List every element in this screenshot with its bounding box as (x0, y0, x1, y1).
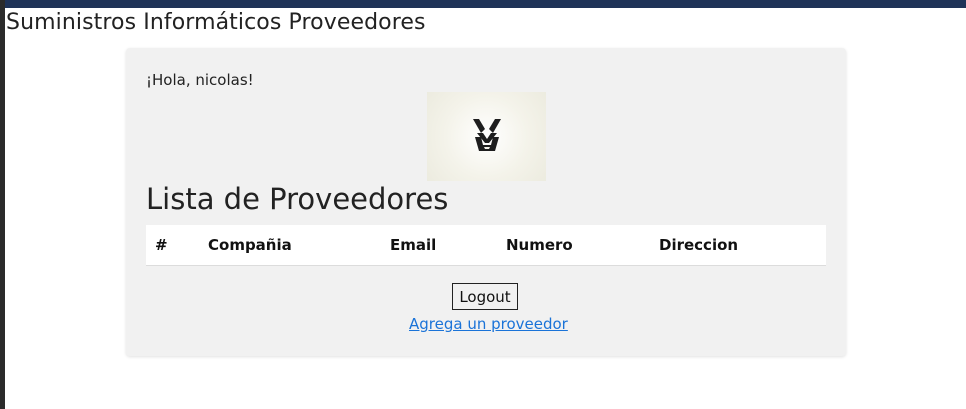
column-header-phone: Numero (506, 236, 573, 254)
site-title: Suministros Informáticos Proveedores (6, 10, 426, 35)
column-header-address: Direccion (659, 236, 739, 254)
column-header-number: # (155, 236, 168, 254)
column-header-email: Email (390, 236, 437, 254)
main-panel: ¡Hola, nicolas! Lista de Proveedores # C… (126, 48, 846, 356)
greeting-text: ¡Hola, nicolas! (146, 71, 254, 89)
logo-icon (473, 119, 501, 151)
list-title: Lista de Proveedores (146, 182, 449, 216)
column-header-company: Compañia (208, 236, 292, 254)
logout-button[interactable]: Logout (452, 283, 518, 310)
providers-table: # Compañia Email Numero Direccion (146, 225, 826, 266)
left-edge-bar (0, 0, 5, 409)
add-provider-link[interactable]: Agrega un proveedor (409, 315, 568, 333)
logo-image (427, 92, 546, 181)
top-bar (0, 0, 966, 8)
